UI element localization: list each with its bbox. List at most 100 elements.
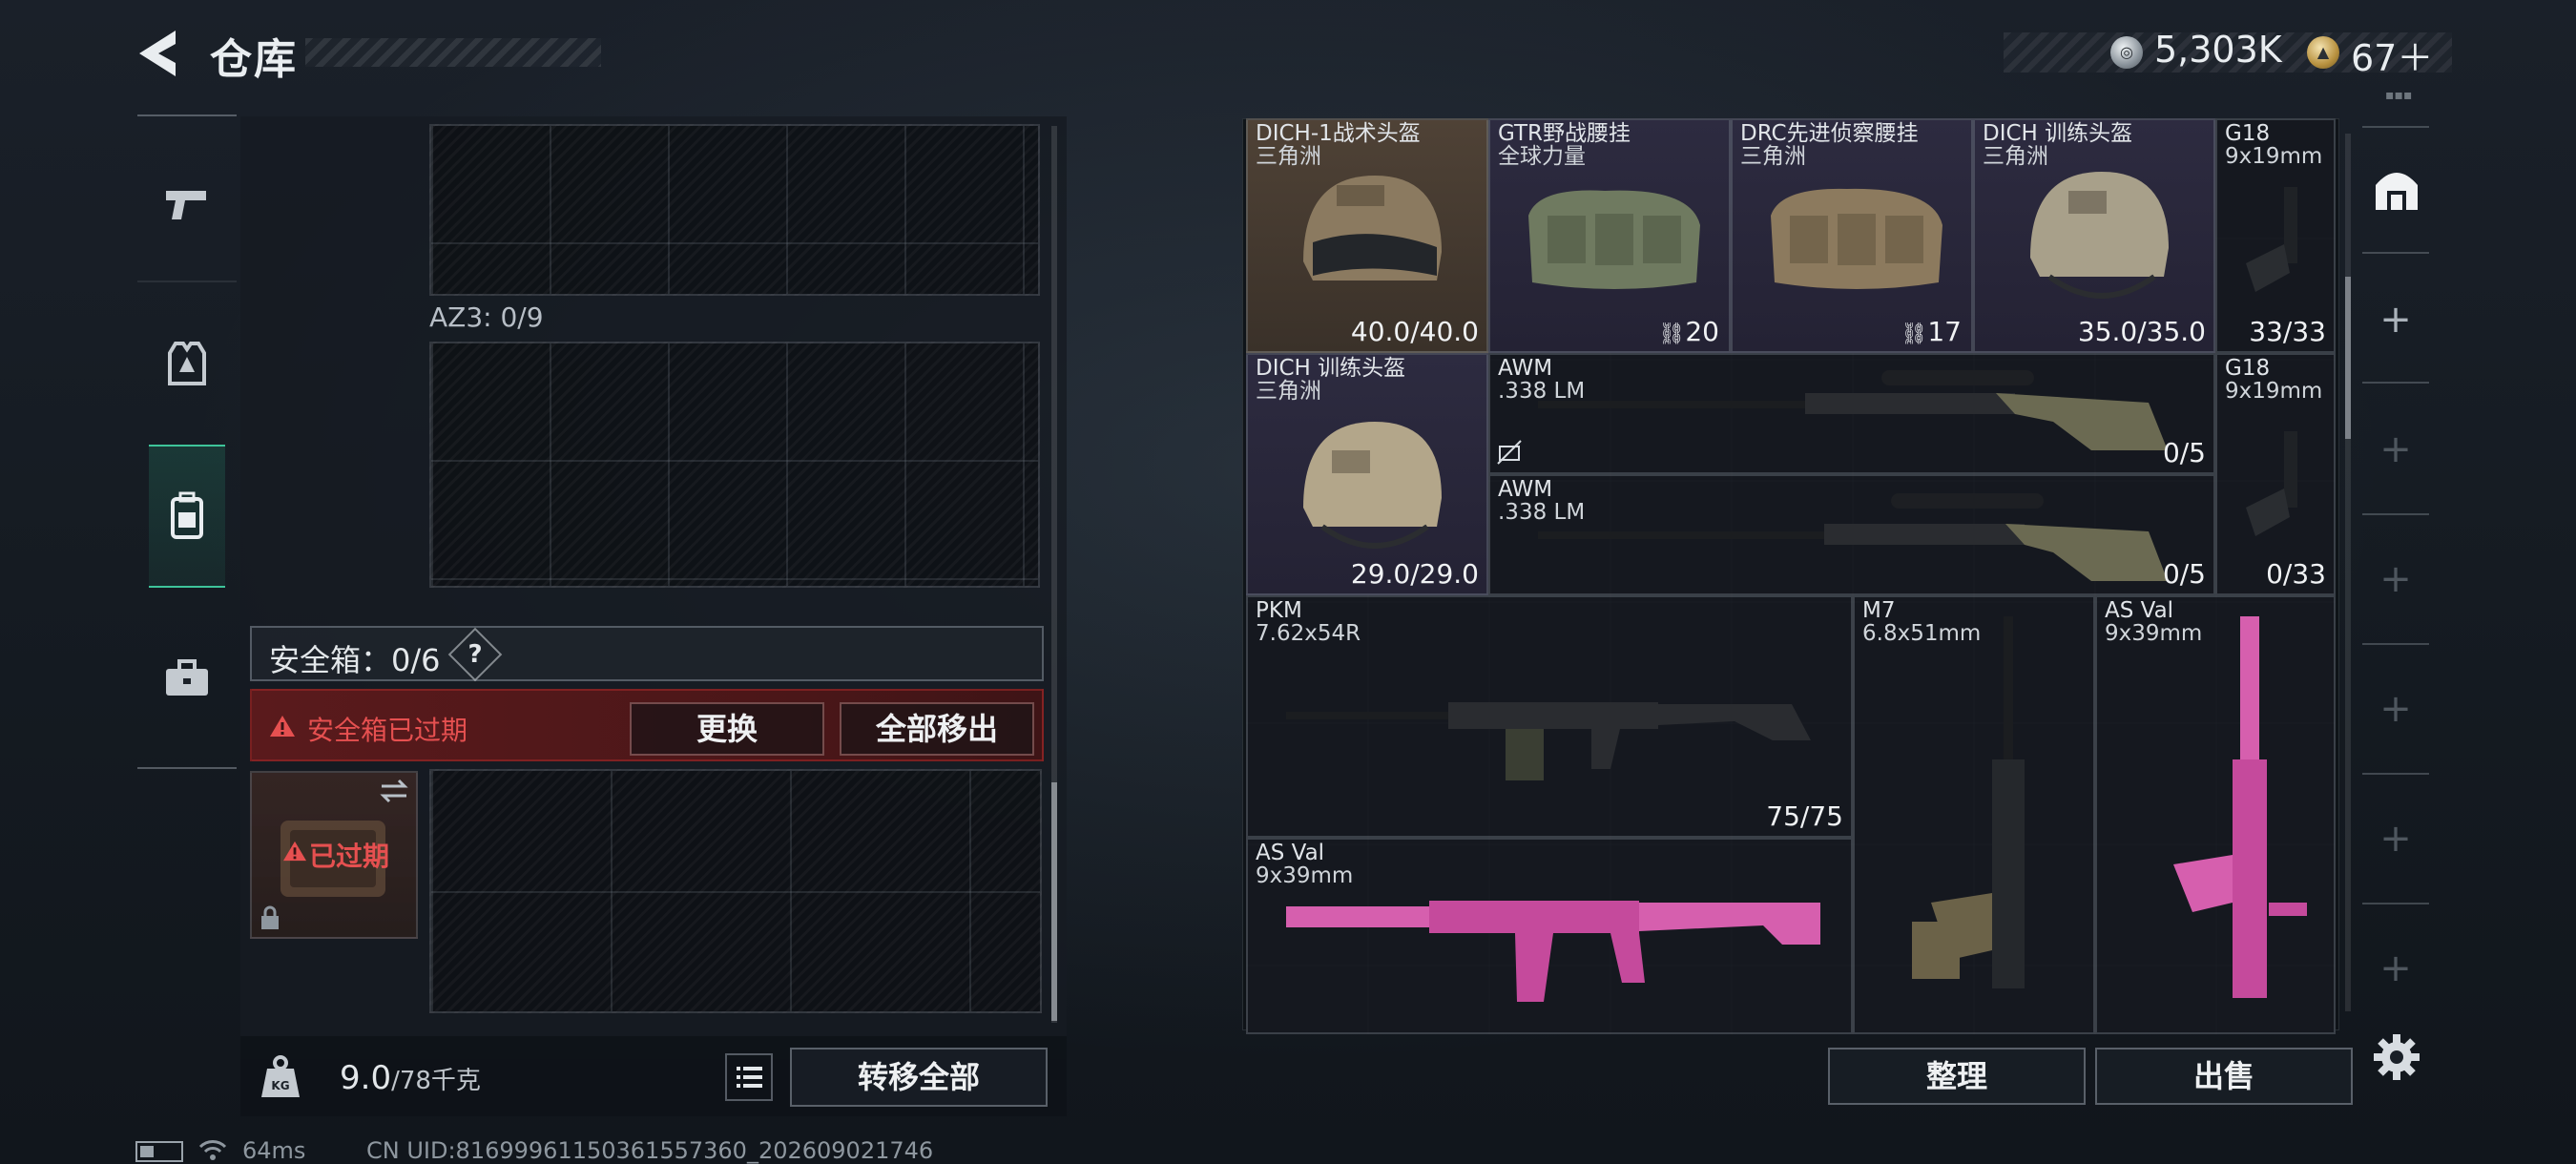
lock-icon	[261, 905, 279, 929]
help-button[interactable]: ?	[456, 635, 494, 674]
safe-box-grid[interactable]	[429, 769, 1042, 1013]
item-sub: .338 LM	[1498, 500, 1586, 525]
rail-divider	[2362, 773, 2429, 775]
locked-tab-plus[interactable]: +	[2379, 430, 2412, 468]
weight-current: 9.0	[340, 1059, 392, 1097]
briefcase-icon	[166, 659, 208, 696]
warehouse-tab-icon[interactable]	[2370, 162, 2423, 216]
uid-label: CN UID:8169996115036155736​0_20260902174…	[366, 1137, 934, 1164]
item-name: PKM	[1256, 598, 1302, 623]
warehouse-item[interactable]: DICH 训练头盔 三角洲 35.0/35.0	[1973, 118, 2215, 353]
sell-button[interactable]: 出售	[2095, 1048, 2353, 1105]
item-sub: 7.62x54R	[1256, 621, 1361, 646]
ping-label: 64ms	[242, 1137, 306, 1164]
warehouse-item[interactable]: DICH 训练头盔 三角洲 29.0/29.0	[1246, 353, 1488, 595]
weight-max: /78千克	[391, 1067, 481, 1095]
title-decoration	[305, 38, 601, 67]
move-all-out-button[interactable]: 全部移出	[840, 702, 1034, 756]
item-name: AWM	[1498, 477, 1553, 502]
item-durability: 29.0/29.0	[1350, 558, 1479, 590]
add-tab-button[interactable]: +	[2379, 301, 2412, 339]
transfer-all-button[interactable]: 转移全部	[790, 1048, 1048, 1107]
locked-tab-plus[interactable]: +	[2379, 560, 2412, 598]
warehouse-item[interactable]: AS Val 9x39mm	[2095, 595, 2336, 1034]
item-name: AS Val	[1256, 841, 1325, 865]
helmet-image	[1303, 176, 1442, 281]
nav-divider	[137, 767, 237, 769]
locked-tab-plus[interactable]: +	[2379, 690, 2412, 728]
container-grid-top[interactable]	[429, 124, 1040, 296]
item-sub: 全球力量	[1498, 144, 1586, 169]
sort-button[interactable]: 整理	[1828, 1048, 2086, 1105]
item-ammo: 0/33	[2266, 558, 2326, 590]
locked-tab-plus[interactable]: +	[2379, 949, 2412, 987]
warehouse-grid: DICH-1战术头盔 三角洲 40.0/40.0 GTR野战腰挂 全球力量 ⛓2…	[1246, 118, 2336, 1034]
vest-icon	[168, 342, 206, 385]
list-view-button[interactable]	[725, 1053, 773, 1101]
battery-icon	[135, 1141, 183, 1162]
warehouse-item[interactable]: AWM .338 LM 0/5	[1488, 353, 2215, 474]
page-title: 仓库	[210, 35, 298, 84]
warehouse-item[interactable]: DRC先进侦察腰挂 三角洲 ⛓17	[1731, 118, 1973, 353]
nav-tab-briefcase[interactable]	[149, 607, 225, 750]
item-name: AS Val	[2105, 598, 2174, 623]
nav-tab-weapons[interactable]	[149, 134, 225, 277]
swap-icon[interactable]	[378, 777, 410, 805]
back-button[interactable]	[134, 27, 191, 80]
item-sub: 三角洲	[1740, 144, 1806, 169]
warehouse-item[interactable]: AS Val 9x39mm	[1246, 838, 1853, 1034]
capacity-icon: ⛓	[1658, 322, 1686, 346]
item-name: DRC先进侦察腰挂	[1740, 121, 1919, 146]
item-name: M7	[1862, 598, 1896, 623]
rig-image	[1771, 188, 1942, 289]
warehouse-item[interactable]: G18 9x19mm 0/33	[2215, 353, 2336, 595]
left-scrollbar-thumb[interactable]	[1051, 782, 1057, 1021]
rifle-image	[1912, 616, 2025, 988]
rifle-pink-image	[2173, 616, 2307, 998]
silver-coin-icon: ◎	[2110, 36, 2143, 69]
warehouse-item[interactable]: PKM 7.62x54R 75/75	[1246, 595, 1853, 838]
settings-button[interactable]	[2370, 1030, 2423, 1084]
warehouse-item[interactable]: GTR野战腰挂 全球力量 ⛓20	[1488, 118, 1731, 353]
item-sub: 三角洲	[1256, 144, 1321, 169]
no-ammo-icon	[1497, 440, 1522, 465]
item-name: DICH 训练头盔	[1983, 121, 2133, 146]
helmet-image	[2030, 172, 2169, 299]
rail-divider	[2362, 643, 2429, 645]
pistol-icon	[166, 191, 206, 219]
nav-divider	[137, 114, 237, 116]
warehouse-item[interactable]: G18 9x19mm 33/33	[2215, 118, 2336, 353]
rifle-pink-image	[1286, 901, 1820, 1002]
item-name: GTR野战腰挂	[1498, 121, 1631, 146]
item-name: G18	[2225, 356, 2271, 381]
warehouse-scrollbar[interactable]	[2345, 134, 2351, 1011]
item-capacity: ⛓20	[1658, 316, 1719, 347]
safe-box-label: 安全箱：0/6	[269, 642, 441, 678]
nav-tab-equipment[interactable]	[149, 292, 225, 435]
item-capacity: ⛓17	[1901, 316, 1962, 347]
gold-currency-value[interactable]: 67＋	[2351, 29, 2433, 81]
warehouse-item[interactable]: DICH-1战术头盔 三角洲 40.0/40.0	[1246, 118, 1488, 353]
silver-currency-value[interactable]: 5,303K	[2154, 29, 2282, 71]
warehouse-tab-rail: + + + + + +	[2353, 118, 2439, 1030]
left-nav	[137, 114, 237, 773]
az3-grid[interactable]	[429, 342, 1040, 588]
nav-tab-backpack[interactable]	[149, 445, 225, 588]
warning-icon	[283, 841, 306, 862]
item-name: DICH 训练头盔	[1256, 356, 1406, 381]
item-sub: 6.8x51mm	[1862, 621, 1982, 646]
warehouse-item[interactable]: AWM .338 LM 0/5	[1488, 474, 2215, 595]
item-sub: 9x39mm	[2105, 621, 2203, 646]
locked-tab-plus[interactable]: +	[2379, 820, 2412, 858]
gear-icon	[2374, 1034, 2420, 1080]
warehouse-scrollbar-thumb[interactable]	[2345, 277, 2351, 439]
svg-text:KG: KG	[271, 1079, 289, 1092]
rail-divider	[2362, 382, 2429, 384]
warehouse-item[interactable]: M7 6.8x51mm	[1853, 595, 2095, 1034]
replace-button[interactable]: 更换	[630, 702, 824, 756]
pistol-image	[2246, 187, 2297, 292]
back-arrow-icon	[139, 31, 176, 76]
item-ammo: 33/33	[2249, 316, 2326, 347]
machine-gun-image	[1286, 702, 1811, 780]
rail-divider	[2362, 126, 2429, 128]
